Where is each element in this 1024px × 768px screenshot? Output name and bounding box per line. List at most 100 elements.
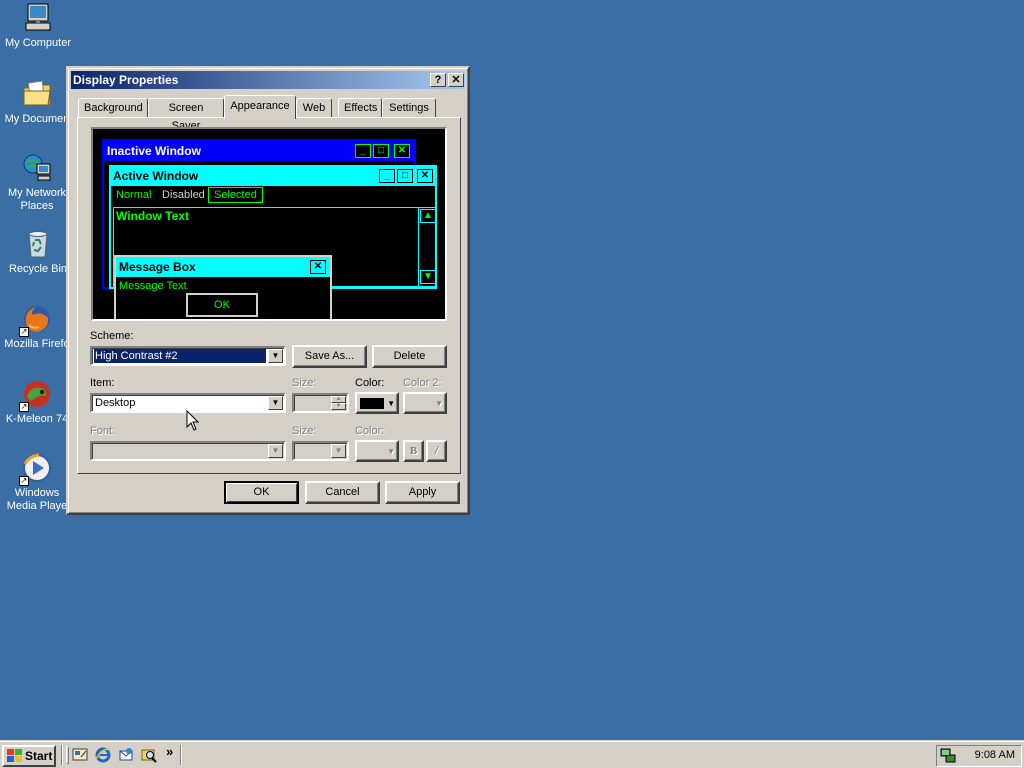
tab-appearance[interactable]: Appearance (224, 95, 296, 119)
preview-msgbox-ok: OK (186, 293, 258, 317)
bold-button[interactable]: B (403, 440, 424, 462)
help-button[interactable]: ? (430, 73, 446, 87)
chevron-down-icon[interactable]: ▼ (268, 349, 283, 363)
tab-label: Settings (389, 102, 429, 114)
font-dropdown[interactable]: ▼ (90, 441, 286, 461)
chevron-down-icon: ▼ (387, 399, 395, 408)
shortcut-arrow-icon: ↗ (19, 327, 29, 337)
outlook-express-icon[interactable] (118, 747, 134, 763)
color-picker-button[interactable]: ▼ (355, 392, 399, 414)
desktop-icon-my-documents[interactable]: My Documen (0, 78, 75, 126)
tab-label: Effects (344, 102, 378, 114)
close-icon: ✕ (394, 144, 410, 158)
clock[interactable]: 9:08 AM (975, 749, 1015, 761)
chevron-down-icon: ▼ (435, 399, 443, 408)
preview-menu-selected: Selected (208, 187, 263, 203)
ok-label: OK (253, 486, 270, 498)
taskbar-separator (61, 745, 63, 765)
size-spinner[interactable]: ▲ ▼ (292, 393, 349, 413)
maximize-icon: □ (373, 144, 389, 158)
help-icon: ? (434, 74, 442, 86)
scheme-dropdown[interactable]: High Contrast #2 ▼ (90, 346, 286, 366)
desktop-icon-label: Mozilla Firefo (4, 338, 70, 350)
font-size-label: Size: (292, 425, 317, 437)
preview-inactive-titlebar: Inactive Window _ □ ✕ (104, 141, 414, 161)
close-button[interactable]: ✕ (448, 73, 464, 87)
color2-picker-button[interactable]: ▼ (403, 392, 447, 414)
save-as-button[interactable]: Save As... (292, 345, 367, 368)
font-size-dropdown[interactable]: ▼ (292, 441, 349, 461)
cancel-label: Cancel (325, 486, 360, 498)
start-label: Start (25, 749, 53, 763)
recycle-bin-icon (22, 228, 54, 260)
desktop-icon-recycle-bin[interactable]: Recycle Bin (0, 228, 76, 276)
quicklaunch-handle[interactable] (66, 746, 69, 764)
desktop-icon-my-computer[interactable]: My Computer (0, 2, 76, 50)
ok-button[interactable]: OK (224, 481, 299, 504)
tab-web[interactable]: Web (296, 98, 332, 118)
font-color-picker-button[interactable]: ▼ (355, 440, 399, 462)
desktop-icon-label: My Network Places (7, 187, 67, 212)
system-tray: 9:08 AM (936, 745, 1022, 767)
minimize-icon: _ (379, 169, 395, 183)
shortcut-arrow-icon: ↗ (19, 476, 29, 486)
maximize-icon: □ (397, 169, 413, 183)
appearance-preview[interactable]: Inactive Window _ □ ✕ Active Window _ □ … (91, 127, 447, 321)
desktop-icon-network-places[interactable]: My Network Places (0, 152, 75, 213)
preview-msgbox-title: Message Box (119, 260, 196, 274)
spinner-up-icon[interactable]: ▲ (331, 396, 346, 403)
font-color-label: Color: (355, 425, 385, 437)
show-desktop-icon[interactable] (72, 747, 88, 763)
my-computer-icon (22, 2, 54, 34)
chevron-down-icon[interactable]: ▼ (331, 444, 346, 458)
start-button[interactable]: Start (2, 745, 56, 767)
tab-screen-saver[interactable]: Screen Saver (148, 98, 224, 132)
cancel-button[interactable]: Cancel (305, 481, 380, 504)
apply-button[interactable]: Apply (385, 481, 460, 504)
tab-label: Background (84, 102, 143, 114)
internet-explorer-icon[interactable] (95, 747, 111, 763)
preview-menubar: Normal Disabled Selected (111, 186, 435, 204)
desktop-icon-firefox[interactable]: ↗ Mozilla Firefo (0, 303, 75, 351)
close-icon: ✕ (417, 169, 433, 183)
desktop-icon-k-meleon[interactable]: ↗ K-Meleon 74 (0, 378, 75, 426)
tab-background[interactable]: Background (78, 98, 148, 118)
quicklaunch-more-icon[interactable]: » (166, 744, 173, 759)
scheme-value: High Contrast #2 (94, 349, 266, 363)
display-properties-dialog: Display Properties ? ✕ Background Screen… (66, 66, 470, 515)
taskbar: Start » 9:08 AM (0, 740, 1024, 768)
color2-label: Color 2: (403, 377, 442, 389)
network-places-icon (21, 152, 53, 184)
preview-scrollbar: ▲ ▼ (418, 208, 436, 286)
delete-button[interactable]: Delete (372, 345, 447, 368)
desktop-icon-label: Recycle Bin (8, 263, 68, 275)
close-icon: ✕ (310, 260, 326, 274)
firefox-icon: ↗ (19, 303, 53, 337)
size-label: Size: (292, 377, 317, 389)
font-label: Font: (90, 425, 116, 437)
chevron-down-icon: ▼ (387, 447, 395, 456)
italic-icon: / (434, 445, 439, 457)
desktop-icon-label: My Computer (4, 37, 72, 49)
preview-inactive-title: Inactive Window (107, 144, 201, 158)
desktop-icon-media-player[interactable]: ↗ Windows Media Playe (0, 452, 75, 513)
tab-effects[interactable]: Effects (338, 98, 382, 118)
preview-msgbox-titlebar: Message Box ✕ (116, 257, 330, 277)
preview-ok-label: OK (214, 299, 230, 311)
dialog-title: Display Properties (73, 73, 179, 87)
apply-label: Apply (408, 486, 437, 498)
preview-menu-disabled: Disabled (162, 189, 205, 201)
chevron-down-icon[interactable]: ▼ (268, 444, 283, 458)
spinner-down-icon[interactable]: ▼ (331, 403, 346, 410)
search-icon[interactable] (141, 747, 157, 763)
my-documents-icon (21, 78, 53, 110)
tab-label: Web (302, 102, 326, 114)
network-tray-icon[interactable] (940, 748, 956, 764)
preview-window-text: Window Text (116, 209, 189, 223)
chevron-down-icon[interactable]: ▼ (268, 396, 283, 410)
tab-settings[interactable]: Settings (382, 98, 436, 118)
preview-message-box[interactable]: Message Box ✕ Message Text OK (114, 255, 332, 319)
italic-button[interactable]: / (426, 440, 447, 462)
minimize-icon: _ (355, 144, 371, 158)
dialog-titlebar[interactable]: Display Properties ? ✕ (71, 71, 465, 89)
